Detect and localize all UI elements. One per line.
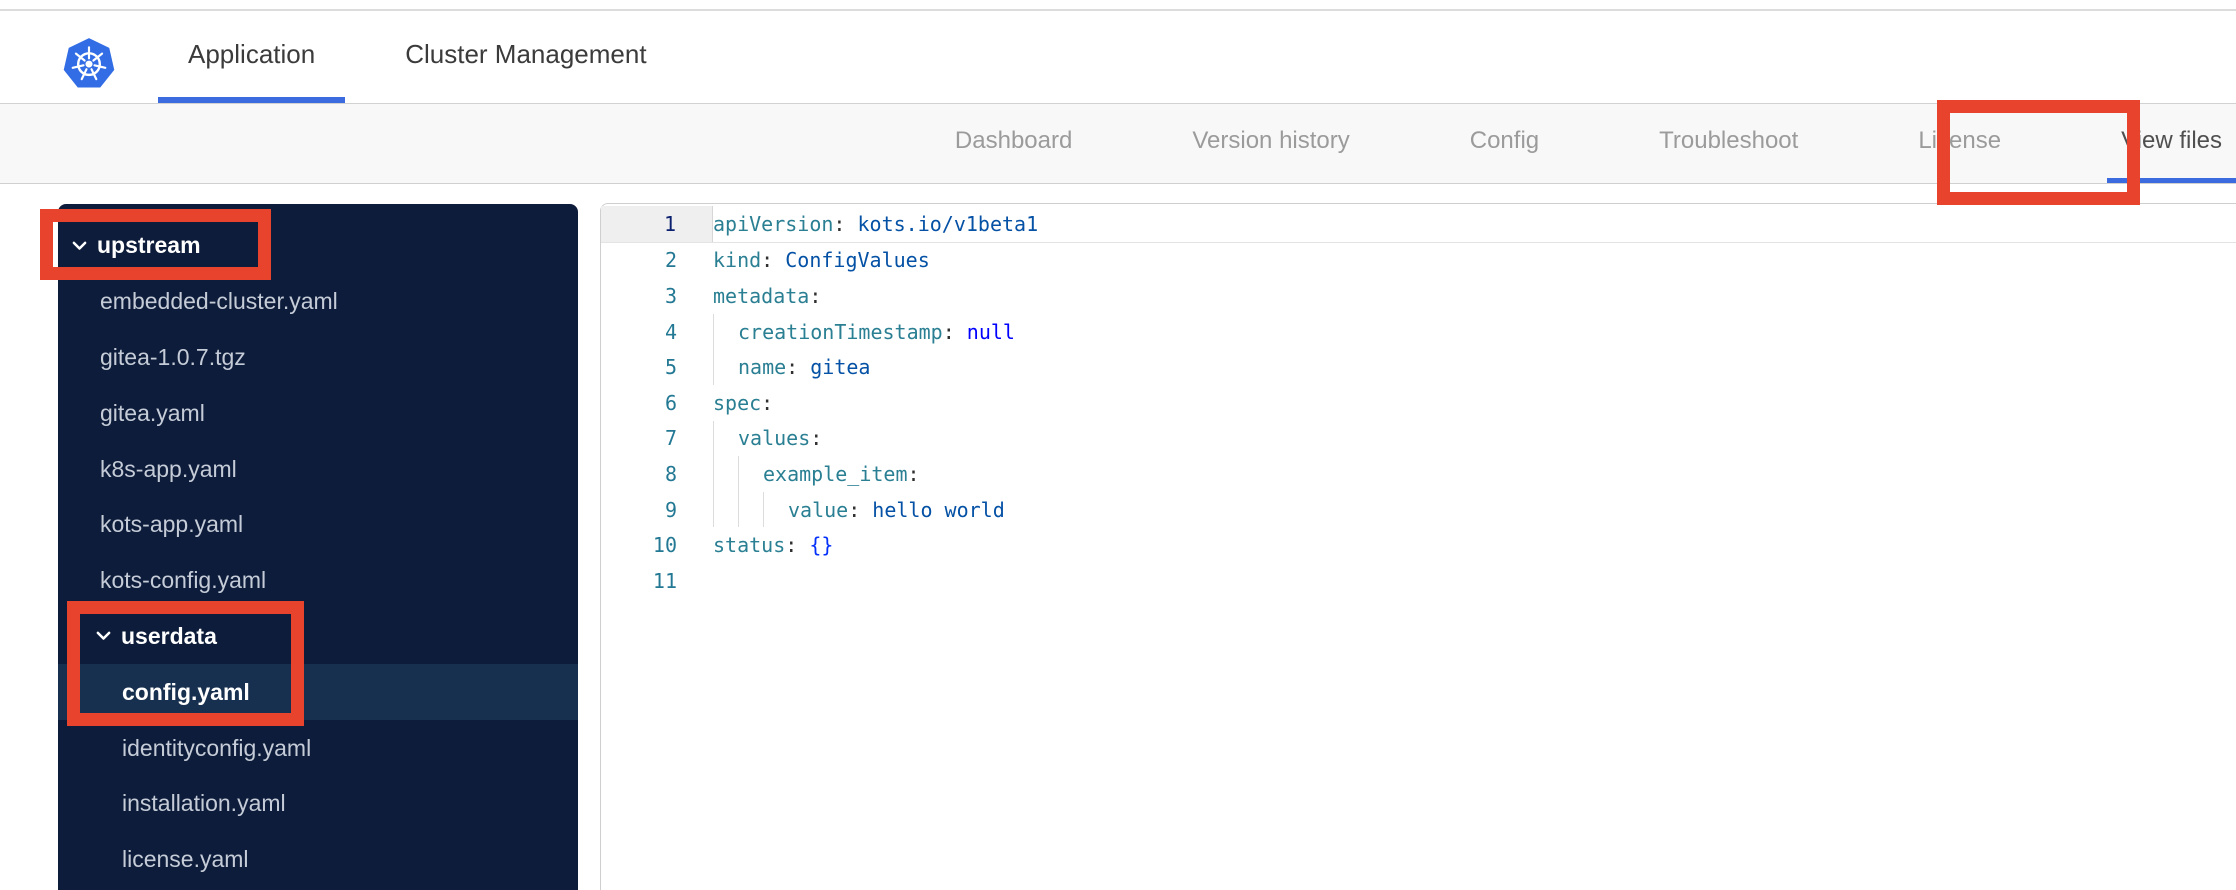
indent-guide-icon (713, 313, 738, 350)
file-installation-yaml[interactable]: installation.yaml (58, 776, 578, 832)
code-text: spec: (713, 390, 774, 415)
code-text: kind: ConfigValues (713, 248, 930, 273)
code-line: 8 example_item: (601, 456, 2236, 492)
indent-guide-icon (713, 420, 738, 457)
secondary-nav: Dashboard Version history Config Troublesho… (0, 104, 2236, 184)
folder-userdata[interactable]: userdata (58, 609, 578, 665)
line-number: 6 (664, 390, 677, 415)
chevron-down-icon (96, 631, 111, 641)
line-number: 2 (664, 248, 677, 273)
nav-item-license[interactable]: License (1904, 104, 2015, 183)
code-line: 1 apiVersion: kots.io/v1beta1 (601, 206, 2236, 243)
tree-item-label: gitea-1.0.7.tgz (100, 343, 246, 370)
code-line: 3 metadata: (601, 278, 2236, 314)
code-line: 11 (601, 563, 2236, 599)
line-number: 5 (664, 355, 677, 380)
file-kots-app-yaml[interactable]: kots-app.yaml (58, 497, 578, 553)
line-number: 7 (664, 426, 677, 451)
code-text: values: (713, 420, 822, 457)
line-number: 4 (664, 319, 677, 344)
header-tabs: Application Cluster Management (158, 11, 677, 103)
code-text: example_item: (713, 456, 920, 492)
tree-item-label: gitea.yaml (100, 399, 205, 426)
indent-guide-icon (738, 491, 763, 528)
code-line: 4 creationTimestamp: null (601, 313, 2236, 350)
code-text: metadata: (713, 283, 822, 308)
line-number: 8 (664, 461, 677, 486)
line-number: 3 (664, 283, 677, 308)
tab-application[interactable]: Application (158, 11, 346, 103)
line-number: 1 (601, 206, 713, 242)
file-license-yaml[interactable]: license.yaml (58, 832, 578, 888)
nav-item-view-files[interactable]: View files (2107, 104, 2236, 183)
tree-item-label: kots-config.yaml (100, 567, 267, 594)
tab-cluster-management[interactable]: Cluster Management (375, 11, 676, 103)
code-text: apiVersion: kots.io/v1beta1 (713, 211, 1039, 236)
file-embedded-cluster-yaml[interactable]: embedded-cluster.yaml (58, 274, 578, 330)
code-line: 5 name: gitea (601, 349, 2236, 385)
kubernetes-logo-icon (62, 35, 116, 91)
nav-item-config[interactable]: Config (1456, 104, 1553, 183)
line-number: 10 (652, 533, 677, 558)
line-number: 9 (664, 497, 677, 522)
code-text: status: {} (713, 533, 834, 558)
code-line: 10 status: {} (601, 527, 2236, 563)
nav-item-version-history[interactable]: Version history (1178, 104, 1363, 183)
indent-guide-icon (763, 491, 788, 528)
tree-item-label: userdata (121, 622, 217, 649)
code-line: 7 values: (601, 420, 2236, 457)
tree-item-label: upstream (97, 232, 201, 259)
tree-item-label: config.yaml (122, 678, 250, 705)
indent-guide-icon (738, 456, 763, 492)
tree-item-label: installation.yaml (122, 790, 286, 817)
file-gitea-1-0-7-tgz[interactable]: gitea-1.0.7.tgz (58, 330, 578, 386)
code-line: 2 kind: ConfigValues (601, 243, 2236, 279)
tree-item-label: kots-app.yaml (100, 511, 244, 538)
indent-guide-icon (713, 349, 738, 385)
folder-upstream[interactable]: upstream (58, 218, 578, 274)
nav-item-dashboard[interactable]: Dashboard (941, 104, 1086, 183)
tree-item-label: embedded-cluster.yaml (100, 288, 338, 315)
file-identityconfig-yaml[interactable]: identityconfig.yaml (58, 720, 578, 776)
indent-guide-icon (713, 491, 738, 528)
code-line: 9 value: hello world (601, 491, 2236, 528)
file-gitea-yaml[interactable]: gitea.yaml (58, 385, 578, 441)
indent-guide-icon (713, 456, 738, 492)
code-line: 6 spec: (601, 385, 2236, 421)
line-number: 11 (652, 568, 677, 593)
file-k8s-app-yaml[interactable]: k8s-app.yaml (58, 441, 578, 497)
file-config-yaml[interactable]: config.yaml (58, 664, 578, 721)
tree-item-label: license.yaml (122, 846, 249, 873)
app-header: Application Cluster Management (0, 11, 2236, 104)
nav-item-troubleshoot[interactable]: Troubleshoot (1645, 104, 1812, 183)
file-kots-config-yaml[interactable]: kots-config.yaml (58, 553, 578, 609)
chevron-down-icon (72, 241, 87, 251)
file-tree-sidebar: upstream embedded-cluster.yaml gitea-1.0.7… (58, 204, 578, 890)
code-text: value: hello world (713, 491, 1005, 528)
tree-item-label: k8s-app.yaml (100, 455, 237, 482)
kots-admin-console: Application Cluster Management Dashboard V… (0, 0, 2236, 890)
yaml-code-editor[interactable]: 1 apiVersion: kots.io/v1beta1 2 kind: Confi… (600, 203, 2236, 890)
tree-item-label: identityconfig.yaml (122, 734, 312, 761)
code-text: creationTimestamp: null (713, 313, 1015, 350)
code-text: name: gitea (713, 349, 870, 385)
